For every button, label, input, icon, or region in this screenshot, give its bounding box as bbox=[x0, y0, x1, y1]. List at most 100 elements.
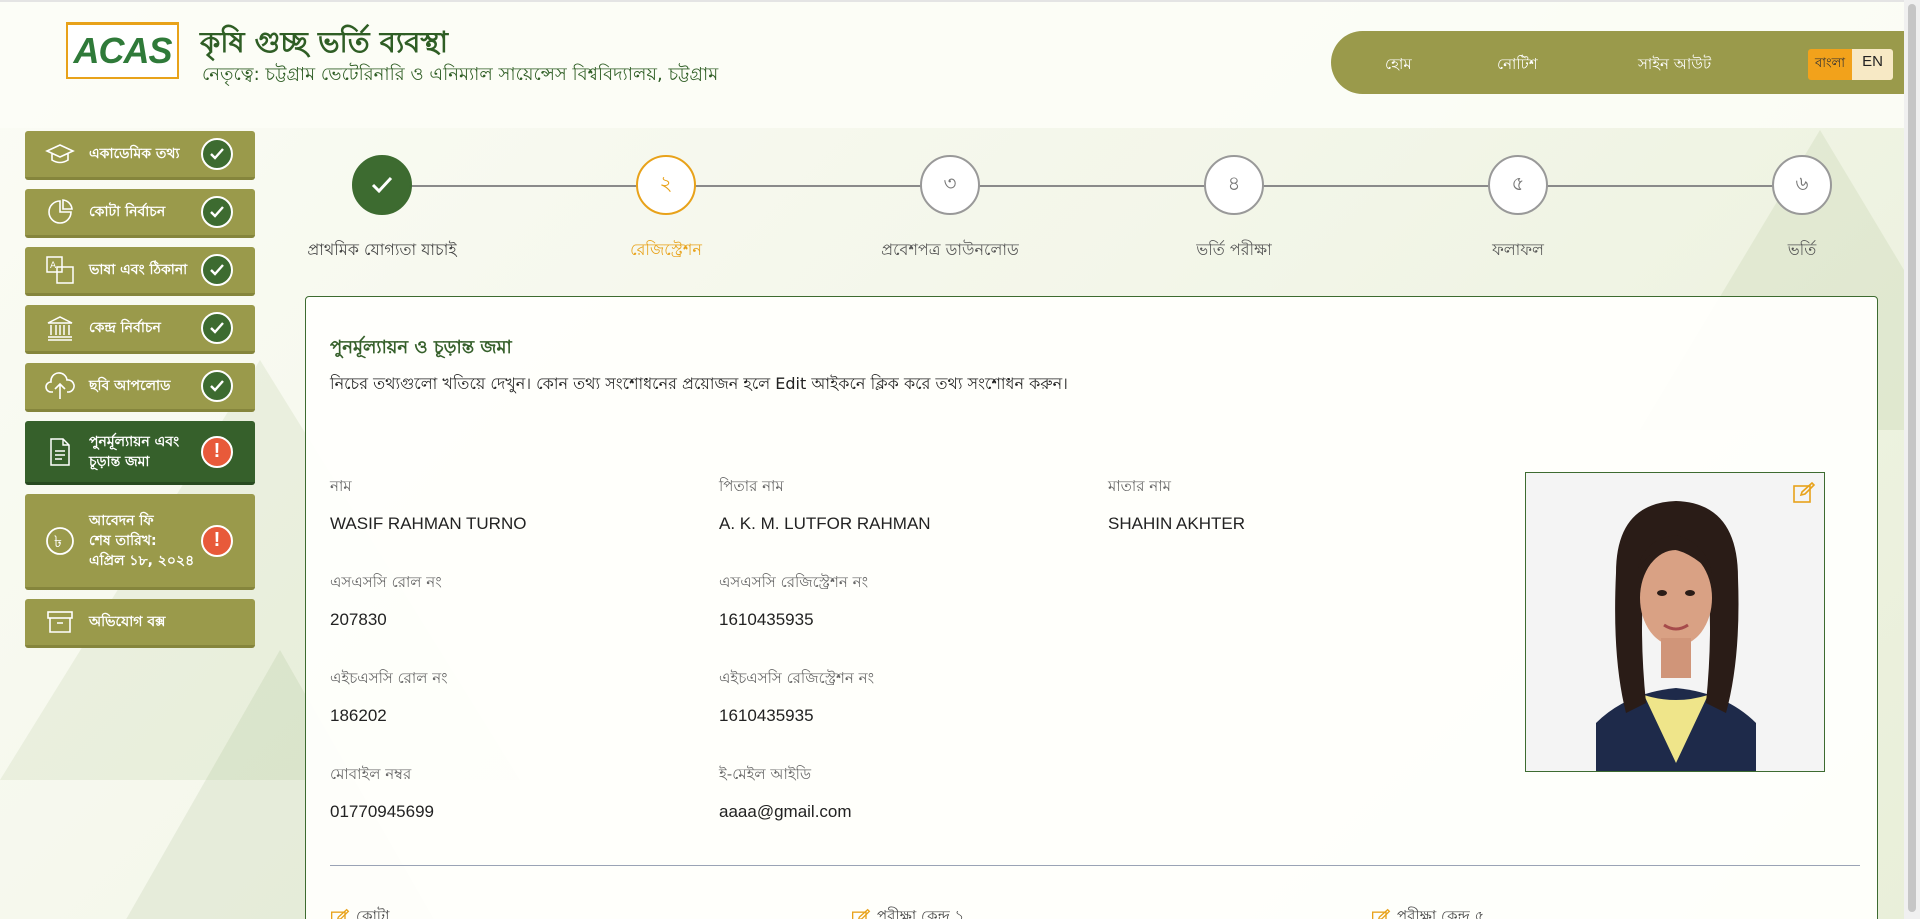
section-divider bbox=[330, 865, 1860, 866]
language-toggle: বাংলা EN bbox=[1808, 49, 1893, 80]
sidebar-item-language-address[interactable]: A ভাষা এবং ঠিকানা bbox=[25, 247, 255, 296]
step-number: ৪ bbox=[1204, 155, 1264, 215]
sidebar-item-review-submit[interactable]: পুনর্মূল্যায়ন এবং চূড়ান্ত জমা ! bbox=[25, 421, 255, 485]
step-admission: ৬ ভর্তি bbox=[1702, 155, 1902, 264]
taka-coin-icon: ৳ bbox=[45, 526, 75, 556]
nav-sign-out[interactable]: সাইন আউট bbox=[1638, 53, 1711, 78]
lang-bangla-button[interactable]: বাংলা bbox=[1808, 49, 1853, 80]
field-label: এইচএসসি রোল নং bbox=[330, 669, 448, 687]
sidebar: একাডেমিক তথ্য কোটা নির্বাচন A ভাষা এবং ঠ… bbox=[25, 131, 255, 657]
edit-icon[interactable] bbox=[330, 908, 350, 919]
field-label: এসএসসি রেজিস্ট্রেশন নং bbox=[719, 573, 869, 591]
step-admit-card: ৩ প্রবেশপত্র ডাউনলোড bbox=[850, 155, 1050, 264]
field-father-name: পিতার নাম A. K. M. LUTFOR RAHMAN bbox=[719, 475, 931, 534]
field-value: aaaa@gmail.com bbox=[719, 802, 852, 821]
check-icon bbox=[201, 370, 233, 402]
page-scrollbar[interactable] bbox=[1904, 0, 1920, 919]
step-number: ২ bbox=[636, 155, 696, 215]
progress-stepper: প্রাথমিক যোগ্যতা যাচাই ২ রেজিস্ট্রেশন ৩ … bbox=[307, 150, 1870, 270]
step-label: রেজিস্ট্রেশন bbox=[630, 240, 702, 259]
step-label: ভর্তি পরীক্ষা bbox=[1196, 240, 1272, 259]
field-value: 1610435935 bbox=[719, 706, 814, 725]
field-hsc-roll: এইচএসসি রোল নং 186202 bbox=[330, 667, 448, 726]
sidebar-item-photo-upload[interactable]: ছবি আপলোড bbox=[25, 363, 255, 412]
check-icon bbox=[201, 312, 233, 344]
step-label: ফলাফল bbox=[1492, 240, 1544, 259]
sidebar-item-center-selection[interactable]: কেন্দ্র নির্বাচন bbox=[25, 305, 255, 354]
step-label: প্রাথমিক যোগ্যতা যাচাই bbox=[307, 240, 457, 259]
quota-label: কোটা bbox=[356, 907, 390, 919]
archive-box-icon bbox=[45, 607, 75, 637]
bank-building-icon bbox=[45, 313, 75, 343]
sidebar-item-label: ভাষা এবং ঠিকানা bbox=[89, 262, 188, 278]
field-value: A. K. M. LUTFOR RAHMAN bbox=[719, 514, 931, 533]
sidebar-item-label: কোটা নির্বাচন bbox=[89, 204, 166, 220]
logo-text: ACAS bbox=[73, 30, 172, 71]
scrollbar-thumb[interactable] bbox=[1908, 4, 1916, 912]
graduation-cap-icon bbox=[45, 139, 75, 169]
field-value: 186202 bbox=[330, 706, 387, 725]
edit-icon[interactable] bbox=[1371, 908, 1391, 919]
step-label: প্রবেশপত্র ডাউনলোড bbox=[881, 240, 1019, 259]
field-value: 01770945699 bbox=[330, 802, 435, 821]
applicant-portrait bbox=[1526, 473, 1824, 771]
cloud-upload-icon bbox=[45, 371, 75, 401]
edit-photo-icon[interactable] bbox=[1792, 481, 1816, 505]
field-label: পিতার নাম bbox=[719, 477, 784, 495]
sidebar-item-label: পুনর্মূল্যায়ন এবং চূড়ান্ত জমা bbox=[89, 433, 180, 470]
warning-icon: ! bbox=[201, 524, 233, 557]
lang-english-button[interactable]: EN bbox=[1852, 49, 1893, 80]
field-mobile: মোবাইল নম্বর 01770945699 bbox=[330, 763, 434, 822]
review-card: পুনর্মূল্যায়ন ও চূড়ান্ত জমা নিচের তথ্য… bbox=[305, 296, 1878, 919]
exam-center-5-section: পরীক্ষা কেন্দ্র ৫ bbox=[1371, 905, 1484, 919]
sidebar-item-label: একাডেমিক তথ্য bbox=[89, 146, 180, 162]
pie-chart-icon bbox=[45, 197, 75, 227]
exam-center-5-label: পরীক্ষা কেন্দ্র ৫ bbox=[1397, 907, 1485, 919]
field-value: 1610435935 bbox=[719, 610, 814, 629]
sidebar-item-application-fee[interactable]: ৳ আবেদন ফি শেষ তারিখ: এপ্রিল ১৮, ২০২৪ ! bbox=[25, 494, 255, 590]
field-value: WASIF RAHMAN TURNO bbox=[330, 514, 527, 533]
sidebar-item-label: অভিযোগ বক্স bbox=[89, 614, 166, 630]
edit-icon[interactable] bbox=[851, 908, 871, 919]
field-label: ই-মেইল আইডি bbox=[719, 765, 812, 783]
nav-home[interactable]: হোম bbox=[1385, 53, 1412, 78]
top-nav: হোম নোটিশ সাইন আউট বাংলা EN bbox=[1331, 31, 1904, 94]
applicant-photo bbox=[1525, 472, 1825, 772]
step-registration: ২ রেজিস্ট্রেশন bbox=[566, 155, 766, 264]
field-ssc-roll: এসএসসি রোল নং 207830 bbox=[330, 571, 442, 630]
quota-section: কোটা bbox=[330, 905, 389, 919]
sidebar-item-quota[interactable]: কোটা নির্বাচন bbox=[25, 189, 255, 238]
step-number: ৬ bbox=[1772, 155, 1832, 215]
step-admission-test: ৪ ভর্তি পরীক্ষা bbox=[1134, 155, 1334, 264]
check-icon bbox=[201, 138, 233, 170]
step-number: ৩ bbox=[920, 155, 980, 215]
field-label: মোবাইল নম্বর bbox=[330, 765, 412, 783]
field-label: এসএসসি রোল নং bbox=[330, 573, 442, 591]
acas-logo[interactable]: ACAS bbox=[66, 22, 179, 79]
sidebar-item-label: কেন্দ্র নির্বাচন bbox=[89, 320, 161, 336]
step-number: ৫ bbox=[1488, 155, 1548, 215]
svg-text:৳: ৳ bbox=[54, 532, 62, 551]
nav-notice[interactable]: নোটিশ bbox=[1497, 53, 1538, 78]
sidebar-item-complaint-box[interactable]: অভিযোগ বক্স bbox=[25, 599, 255, 648]
field-email: ই-মেইল আইডি aaaa@gmail.com bbox=[719, 763, 852, 822]
sidebar-item-label: আবেদন ফি শেষ তারিখ: এপ্রিল ১৮, ২০২৪ bbox=[89, 512, 195, 569]
field-label: মাতার নাম bbox=[1108, 477, 1171, 495]
check-icon bbox=[201, 254, 233, 286]
sidebar-item-label: ছবি আপলোড bbox=[89, 378, 171, 394]
field-hsc-registration: এইচএসসি রেজিস্ট্রেশন নং 1610435935 bbox=[719, 667, 874, 726]
exam-center-1-section: পরীক্ষা কেন্দ্র ১ bbox=[851, 905, 964, 919]
language-icon: A bbox=[45, 255, 75, 285]
step-eligibility: প্রাথমিক যোগ্যতা যাচাই bbox=[282, 155, 482, 264]
step-label: ভর্তি bbox=[1787, 240, 1817, 259]
card-description: নিচের তথ্যগুলো খতিয়ে দেখুন। কোন তথ্য সং… bbox=[330, 374, 1068, 393]
site-header: ACAS কৃষি গুচ্ছ ভর্তি ব্যবস্থা নেতৃত্বে:… bbox=[0, 0, 1904, 128]
field-name: নাম WASIF RAHMAN TURNO bbox=[330, 475, 526, 534]
site-subtitle: নেতৃত্বে: চট্টগ্রাম ভেটেরিনারি ও এনিম্যা… bbox=[202, 64, 719, 85]
field-label: এইচএসসি রেজিস্ট্রেশন নং bbox=[719, 669, 875, 687]
sidebar-item-academic-info[interactable]: একাডেমিক তথ্য bbox=[25, 131, 255, 180]
exam-center-1-label: পরীক্ষা কেন্দ্র ১ bbox=[877, 907, 965, 919]
svg-text:A: A bbox=[50, 261, 57, 271]
document-icon bbox=[45, 437, 75, 467]
field-mother-name: মাতার নাম SHAHIN AKHTER bbox=[1108, 475, 1245, 534]
